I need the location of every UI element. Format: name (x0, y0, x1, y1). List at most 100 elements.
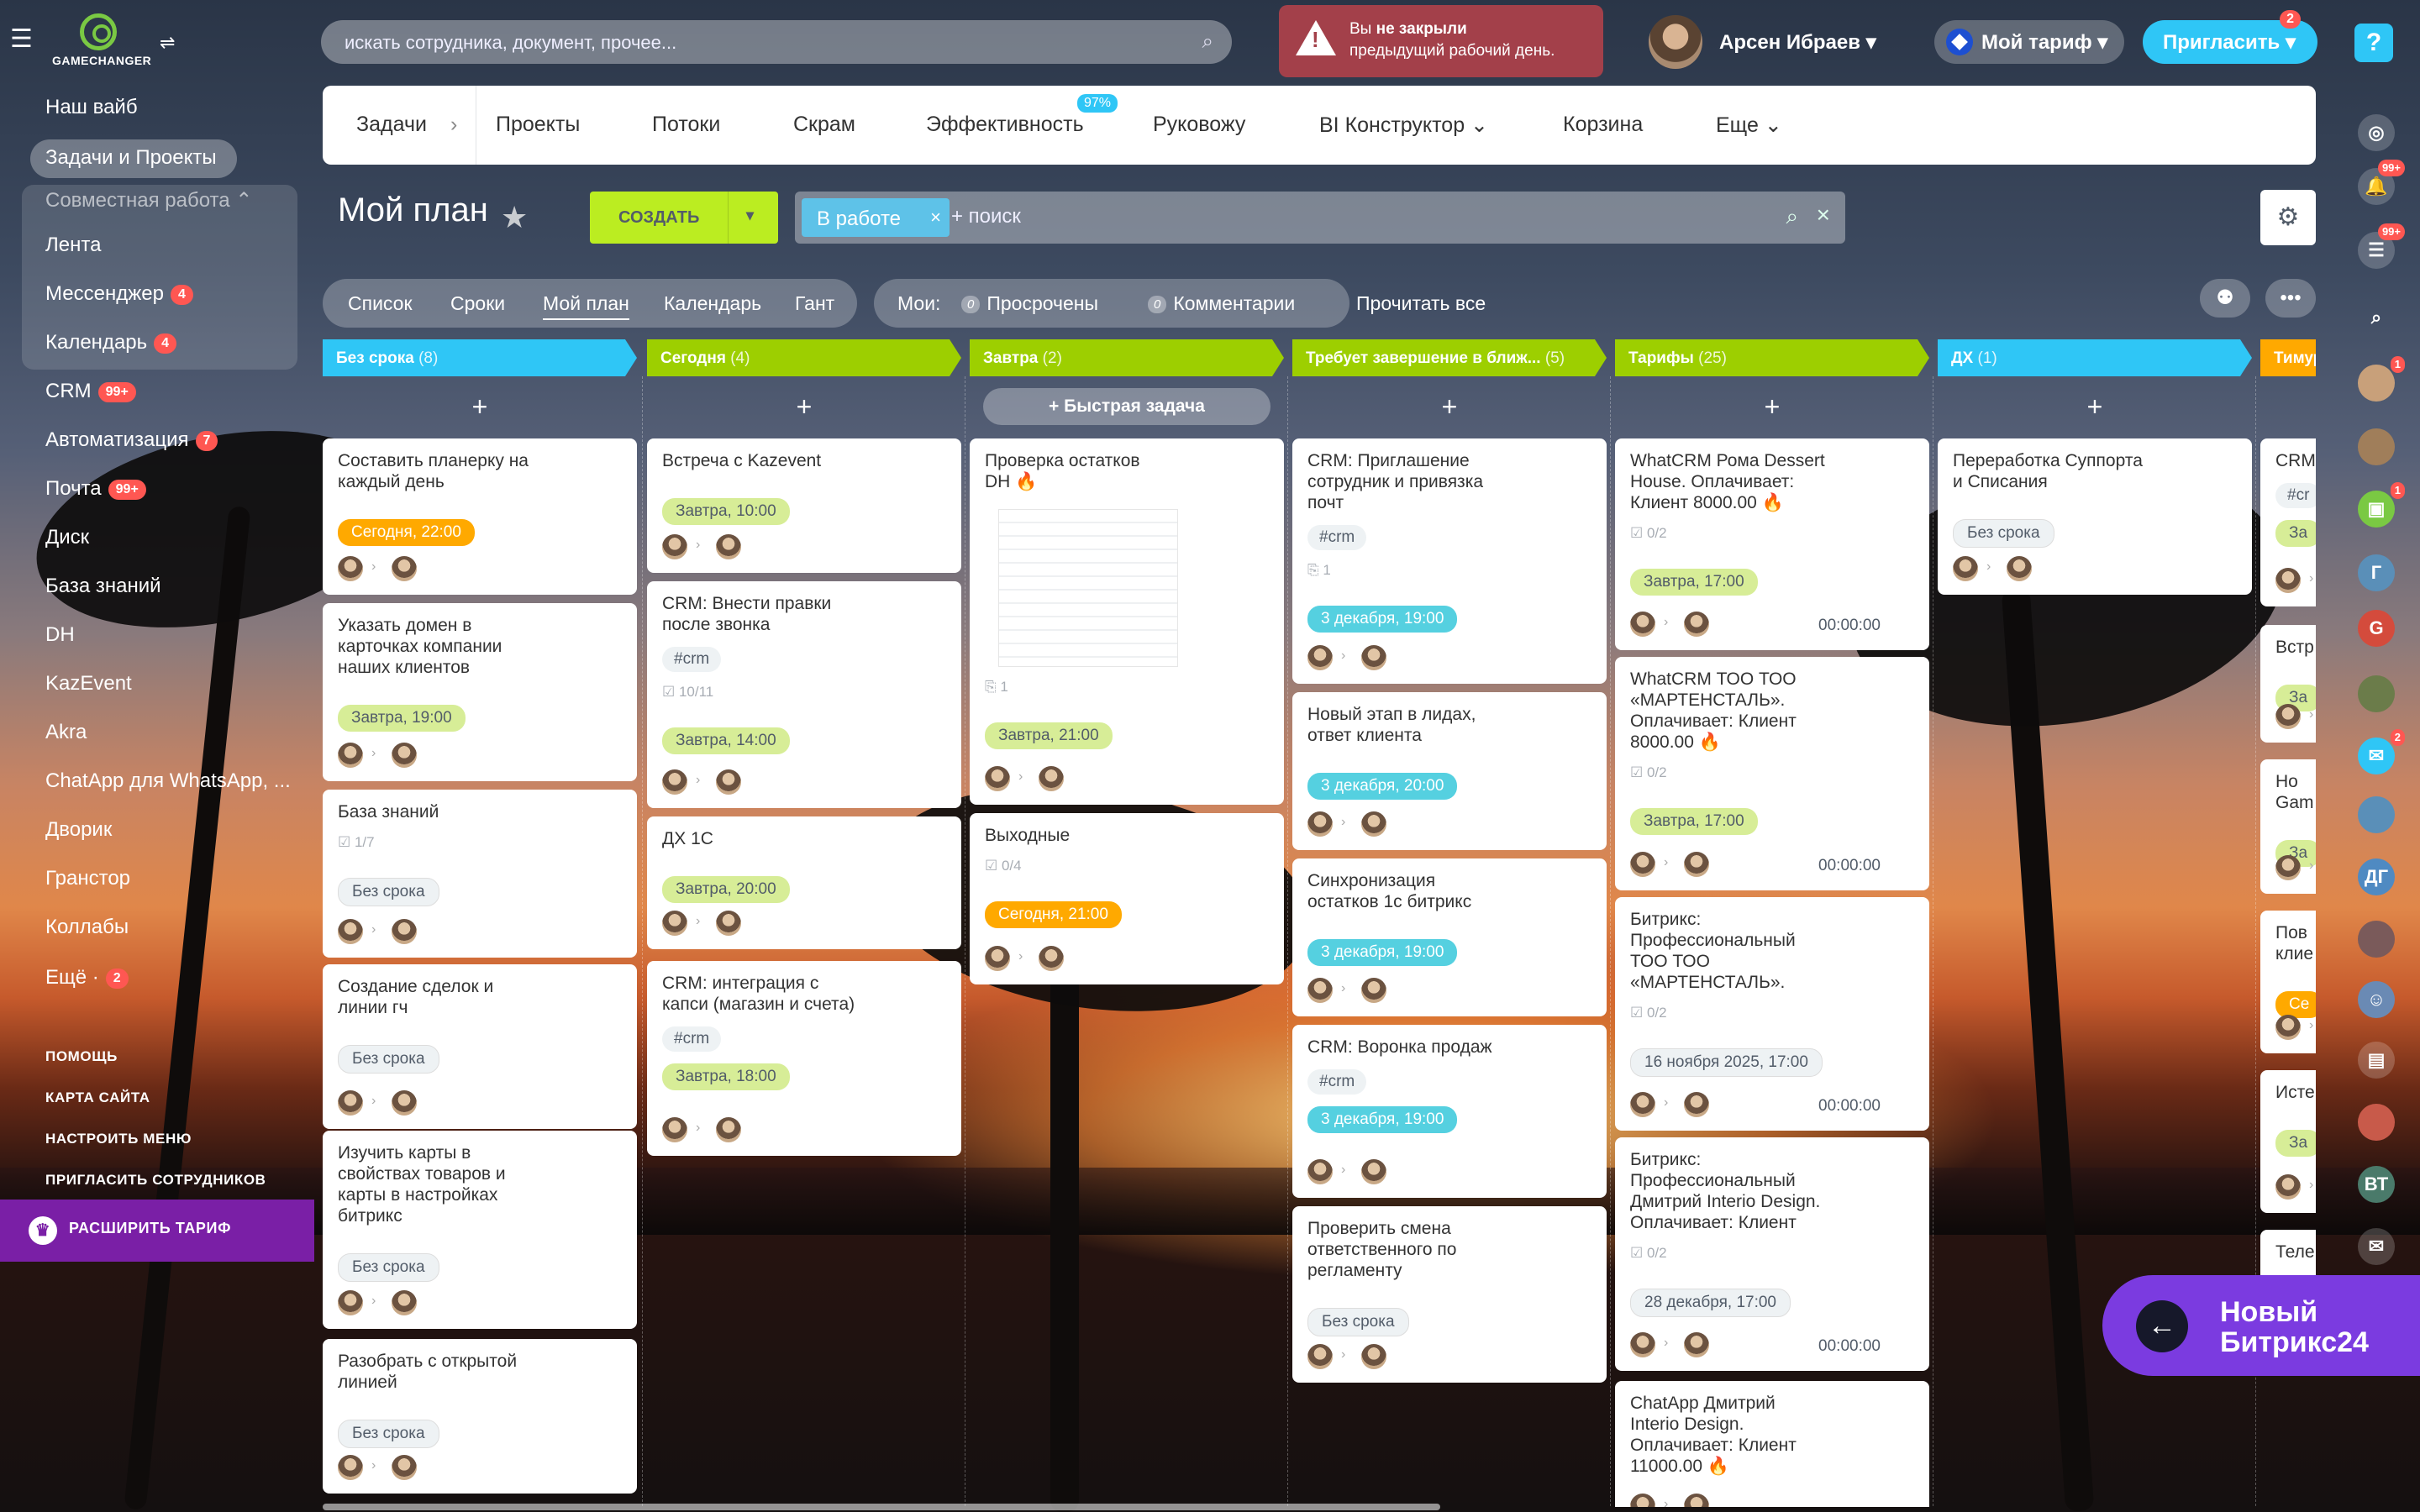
responsible-avatar[interactable] (1361, 1159, 1386, 1184)
upgrade-tariff-button[interactable]: ♛ РАСШИРИТЬ ТАРИФ (0, 1200, 314, 1262)
deadline-badge[interactable]: Сегодня, 21:00 (985, 901, 1122, 928)
responsible-avatar[interactable] (1361, 811, 1386, 837)
overdue-counter[interactable]: 0 Просрочены (961, 292, 1098, 315)
responsible-avatar[interactable] (1684, 1494, 1709, 1507)
sidebar-item[interactable]: Наш вайб (45, 96, 138, 119)
deadline-badge[interactable]: Завтра, 20:00 (662, 876, 790, 903)
task-card[interactable]: База знаний ☑ 1/7 Без срока › (323, 790, 637, 958)
tab-projects[interactable]: Проекты (496, 113, 580, 137)
creator-avatar[interactable] (662, 534, 687, 559)
responsible-avatar[interactable] (1361, 645, 1386, 670)
creator-avatar[interactable] (2275, 1174, 2301, 1200)
quick-task-button[interactable]: + Быстрая задача (983, 388, 1270, 425)
creator-avatar[interactable] (1953, 556, 1978, 581)
add-task-icon[interactable]: + (1938, 388, 2252, 425)
task-card[interactable]: Создание сделок и линии гч Без срока › (323, 964, 637, 1129)
deadline-badge[interactable]: Завтра, 14:00 (662, 727, 790, 754)
sidebar-item[interactable]: Почта 99+ (45, 477, 146, 501)
task-card[interactable]: CRM #cr За › (2260, 438, 2316, 606)
deadline-badge[interactable]: За (2275, 1130, 2316, 1157)
view-tab-deadlines[interactable]: Сроки (450, 292, 505, 315)
letter-avatar[interactable]: ВТ (2358, 1166, 2395, 1203)
search-icon[interactable]: ⌕ (1786, 203, 1798, 230)
deadline-badge[interactable]: Завтра, 19:00 (338, 705, 466, 732)
tab-bi-builder[interactable]: BI Конструктор ⌄ (1319, 113, 1488, 138)
creator-avatar[interactable] (662, 1117, 687, 1142)
task-tag[interactable]: #crm (662, 1026, 722, 1052)
creator-avatar[interactable] (2275, 704, 2301, 729)
responsible-avatar[interactable] (2007, 556, 2032, 581)
deadline-badge[interactable]: 3 декабря, 20:00 (1307, 773, 1458, 800)
day-not-closed-alert[interactable]: Вы не закрыли предыдущий рабочий день. (1279, 5, 1603, 77)
task-card[interactable]: Встреча с Kazevent Завтра, 10:00 › (647, 438, 961, 573)
deadline-badge[interactable]: За (2275, 520, 2316, 547)
creator-avatar[interactable] (662, 911, 687, 936)
deadline-badge[interactable]: Без срока (1307, 1308, 1409, 1336)
contact-card-icon[interactable]: ▤ (2358, 1042, 2395, 1079)
deadline-badge[interactable]: Завтра, 17:00 (1630, 808, 1758, 835)
sidebar-item[interactable]: Лента (45, 234, 101, 257)
responsible-avatar[interactable] (1684, 852, 1709, 877)
logo[interactable]: GAMECHANGER (52, 13, 151, 72)
close-icon[interactable]: × (930, 207, 941, 228)
responsible-avatar[interactable] (1361, 978, 1386, 1003)
responsible-avatar[interactable] (392, 743, 417, 768)
view-tab-calendar[interactable]: Календарь (664, 292, 761, 315)
column-header[interactable]: Требует завершение в ближ... (5) (1292, 339, 1607, 376)
invite-button[interactable]: Пригласить ▾ 2 (2143, 10, 2317, 64)
tab-efficiency[interactable]: Эффективность (926, 113, 1084, 137)
task-card[interactable]: Проверка остатков DH 🔥 ⎘ 1 Завтра, 21:00 › (970, 438, 1284, 805)
copilot-icon[interactable]: ◎ (2358, 114, 2395, 151)
sidebar-item[interactable]: Мессенджер 4 (45, 282, 193, 306)
notifications-icon[interactable]: 🔔 99+ (2358, 160, 2405, 205)
task-card[interactable]: Битрикс: Профессиональный Дмитрий Interi… (1615, 1137, 1929, 1371)
avatar[interactable] (2358, 796, 2395, 833)
creator-avatar[interactable] (1307, 1159, 1333, 1184)
sidebar-sitemap-link[interactable]: КАРТА САЙТА (45, 1089, 150, 1106)
sidebar-item[interactable]: Диск (45, 526, 89, 549)
sidebar-item[interactable]: CRM 99+ (45, 380, 136, 403)
arrow-left-icon[interactable]: ← (2136, 1300, 2188, 1352)
attachment-preview[interactable] (998, 509, 1178, 667)
creator-avatar[interactable] (1630, 852, 1655, 877)
creator-avatar[interactable] (1630, 1332, 1655, 1357)
deadline-badge[interactable]: Завтра, 18:00 (662, 1063, 790, 1090)
tab-tasks[interactable]: Задачи (356, 113, 427, 137)
task-tag[interactable]: #crm (662, 647, 722, 672)
tab-flows[interactable]: Потоки (652, 113, 720, 137)
deadline-badge[interactable]: Без срока (338, 878, 439, 906)
sidebar-item[interactable]: Дворик (45, 818, 112, 842)
task-card[interactable]: Синхронизация остатков 1с битрикс 3 декаб… (1292, 858, 1607, 1016)
contact-card-icon[interactable]: ▣ 1 (2358, 482, 2405, 528)
column-header[interactable]: Завтра (2) (970, 339, 1284, 376)
task-card[interactable]: CRM: Воронка продаж #crm 3 декабря, 19:00 › (1292, 1025, 1607, 1198)
view-tab-list[interactable]: Список (348, 292, 413, 315)
task-card[interactable]: Новый этап в лидах, ответ клиента 3 декаб… (1292, 692, 1607, 850)
deadline-badge[interactable]: Завтра, 21:00 (985, 722, 1113, 749)
deadline-badge[interactable]: 3 декабря, 19:00 (1307, 1106, 1458, 1133)
task-card[interactable]: Проверить смена ответственного по реглам… (1292, 1206, 1607, 1383)
creator-avatar[interactable] (662, 769, 687, 795)
add-task-icon[interactable]: + (323, 388, 637, 425)
sidebar-item[interactable]: Задачи и Проекты (45, 146, 217, 170)
task-card[interactable]: Битрикс: Профессиональный ТОО ТОО «МАРТЕ… (1615, 897, 1929, 1131)
deadline-badge[interactable]: Без срока (338, 1045, 439, 1074)
deadline-badge[interactable]: 16 ноября 2025, 17:00 (1630, 1048, 1823, 1077)
chat-icon[interactable]: ☰ 99+ (2358, 223, 2405, 269)
sidebar-item[interactable]: База знаний (45, 575, 161, 598)
pin-menu-icon[interactable]: ⇌ (160, 32, 175, 54)
responsible-avatar[interactable] (716, 534, 741, 559)
letter-avatar[interactable]: Г (2358, 554, 2395, 591)
task-card[interactable]: CRM: Внести правки после звонка #crm ☑ 10/… (647, 581, 961, 808)
deadline-badge[interactable]: Сегодня, 22:00 (338, 519, 475, 546)
robot-icon[interactable]: ⚉ (2200, 279, 2250, 318)
filter-search-input[interactable]: В работе × + поиск ⌕ × (795, 192, 1845, 244)
responsible-avatar[interactable] (1039, 766, 1064, 791)
responsible-avatar[interactable] (716, 1117, 741, 1142)
avatar[interactable] (2358, 675, 2395, 712)
task-card[interactable]: Указать домен в карточках компании наших… (323, 603, 637, 781)
read-all-link[interactable]: Прочитать все (1356, 292, 1486, 315)
avatar[interactable]: 1 (2358, 356, 2405, 402)
filter-chip[interactable]: В работе × (802, 198, 950, 237)
tab-more[interactable]: Еще ⌄ (1716, 113, 1782, 138)
